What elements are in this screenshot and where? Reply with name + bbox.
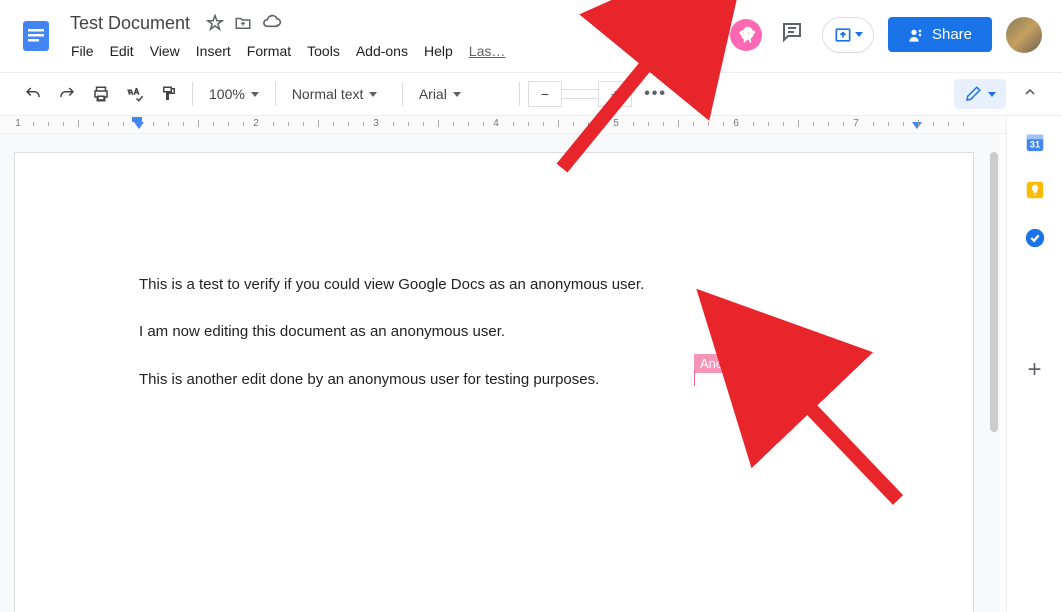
font-size-value[interactable] [562, 89, 598, 99]
more-tools-button[interactable]: ••• [636, 85, 675, 103]
collaborator-cursor-label: Anonymous Unicorn [694, 354, 823, 373]
font-size-plus[interactable]: + [598, 81, 632, 107]
print-button[interactable] [86, 79, 116, 109]
chevron-down-icon [855, 32, 863, 37]
ruler-tick: 2 [253, 118, 259, 129]
ruler-tick: 5 [613, 118, 619, 129]
redo-button[interactable] [52, 79, 82, 109]
star-icon[interactable] [206, 14, 224, 32]
menu-edit[interactable]: Edit [103, 39, 141, 63]
menu-last-edit[interactable]: Las… [462, 39, 513, 63]
document-canvas[interactable]: This is a test to verify if you could vi… [0, 134, 1000, 612]
menu-insert[interactable]: Insert [189, 39, 238, 63]
docs-home-icon[interactable] [16, 12, 56, 60]
menu-tools[interactable]: Tools [300, 39, 347, 63]
menu-addons[interactable]: Add-ons [349, 39, 415, 63]
ruler-tick: 6 [733, 118, 739, 129]
left-indent-marker[interactable] [134, 122, 144, 129]
present-button[interactable] [822, 17, 874, 53]
spellcheck-button[interactable] [120, 79, 150, 109]
share-label: Share [932, 26, 972, 43]
tasks-icon[interactable] [1023, 226, 1047, 250]
collaborator-cursor [694, 370, 695, 386]
collapse-toolbar-button[interactable] [1016, 78, 1044, 111]
cloud-status-icon[interactable] [262, 13, 282, 33]
move-icon[interactable] [234, 14, 252, 32]
undo-button[interactable] [18, 79, 48, 109]
share-button[interactable]: Share [888, 17, 992, 52]
menu-view[interactable]: View [143, 39, 187, 63]
side-panel: 31 + [1006, 116, 1062, 612]
ruler-tick: 3 [373, 118, 379, 129]
paragraph[interactable]: I am now editing this document as an ano… [139, 320, 849, 343]
style-dropdown[interactable]: Normal text [284, 82, 394, 106]
vertical-scrollbar[interactable] [988, 152, 1000, 612]
ruler-tick: 7 [853, 118, 859, 129]
add-addon-button[interactable]: + [1023, 358, 1047, 382]
menu-file[interactable]: File [64, 39, 101, 63]
ruler-tick: 1 [15, 118, 21, 129]
menu-format[interactable]: Format [240, 39, 298, 63]
document-page[interactable]: This is a test to verify if you could vi… [14, 152, 974, 612]
font-dropdown[interactable]: Arial [411, 82, 511, 106]
font-size-control[interactable]: − + [528, 81, 632, 107]
svg-text:31: 31 [1029, 140, 1039, 150]
paint-format-button[interactable] [154, 79, 184, 109]
comments-icon[interactable] [776, 16, 808, 53]
font-value: Arial [419, 86, 447, 102]
user-account-avatar[interactable] [1006, 17, 1042, 53]
ruler-tick: 4 [493, 118, 499, 129]
toolbar: 100% Normal text Arial − + ••• [0, 72, 1062, 116]
ruler[interactable]: 1 2 3 4 5 6 7 [0, 116, 1062, 134]
document-title[interactable]: Test Document [64, 11, 196, 36]
chevron-down-icon [988, 92, 996, 97]
zoom-dropdown[interactable]: 100% [201, 82, 267, 106]
keep-icon[interactable] [1023, 178, 1047, 202]
editing-mode-button[interactable] [954, 79, 1006, 109]
calendar-icon[interactable]: 31 [1023, 130, 1047, 154]
menu-help[interactable]: Help [417, 39, 460, 63]
font-size-minus[interactable]: − [528, 81, 562, 107]
anonymous-user-avatar[interactable] [730, 19, 762, 51]
scrollbar-thumb[interactable] [990, 152, 998, 432]
zoom-value: 100% [209, 86, 245, 102]
style-value: Normal text [292, 86, 364, 102]
right-indent-marker[interactable] [912, 122, 922, 129]
menu-bar: File Edit View Insert Format Tools Add-o… [64, 38, 512, 64]
paragraph[interactable]: This is a test to verify if you could vi… [139, 273, 849, 296]
